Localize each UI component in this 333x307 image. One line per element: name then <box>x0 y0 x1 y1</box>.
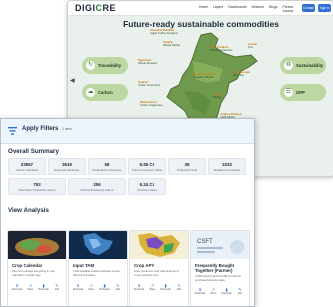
share-button[interactable]: ↗ Share <box>146 283 158 291</box>
stat-card: 6.55 Cr Current Inventory Value <box>128 158 166 175</box>
pill-traceability[interactable]: ↻ Traceability <box>82 57 128 74</box>
card-actions: ⬇ Download ↗ Share ▮ Bookmark ✎ Edit <box>72 283 124 291</box>
edit-icon: ✎ <box>238 287 242 292</box>
stat-card: 3619 Extension Meetings <box>48 158 86 175</box>
edit-icon: ✎ <box>177 283 181 288</box>
bookmark-button[interactable]: ▮ Bookmark <box>160 283 172 291</box>
map-label: Punjab Wheat Paddy <box>163 40 180 48</box>
download-icon: ⬇ <box>137 283 141 288</box>
share-icon: ↗ <box>28 283 32 288</box>
stat-card: 38 Product(s) Sold <box>168 158 206 175</box>
brand-logo[interactable]: DIGICRE <box>75 3 116 13</box>
edit-button[interactable]: ✎ Edit <box>234 287 246 295</box>
card-title: Frequently Bought Together (Farmer) <box>195 263 235 273</box>
card-description: Understand product bundling of farmer pu… <box>195 275 242 282</box>
crop-calendar-thumbnail <box>8 231 66 259</box>
contact-button[interactable]: Contact <box>302 4 315 12</box>
analysis-card-frequently-bought[interactable]: CSFT Frequently Bought Together (Farmer)… <box>190 230 250 306</box>
edit-icon: ✎ <box>55 283 59 288</box>
download-icon: ⬇ <box>15 283 19 288</box>
nav-item[interactable]: Dashboards <box>228 5 246 13</box>
share-button[interactable]: ↗ Share <box>85 283 97 291</box>
input-tam-thumbnail <box>69 231 127 259</box>
card-title: Crop Calendar <box>12 263 43 268</box>
gpp-icon: ☰ <box>284 88 293 97</box>
bookmark-button[interactable]: ▮ Bookmark <box>99 283 111 291</box>
stat-card: 206 Distinct Product(s) sold to <box>68 178 126 195</box>
map-label: Madhya Pradesh Soybean Wheat <box>193 72 216 80</box>
card-actions: ⬇ Download ↗ Share ▮ Bookmark ✎ Edit <box>194 287 246 295</box>
filter-icon[interactable] <box>8 127 17 135</box>
edit-button[interactable]: ✎ Edit <box>173 283 185 291</box>
top-navbar: DIGICRE Home Layers Dashboards Network B… <box>68 1 333 16</box>
pill-carbon[interactable]: ☁ Carbon <box>82 84 128 101</box>
map-label: Maharashtra Cotton Sugarcane <box>140 100 163 108</box>
card-title: Input TAM <box>73 263 95 268</box>
traceability-icon: ↻ <box>86 61 95 70</box>
stat-card: 793 Sold Store Product(s) sold to <box>8 178 66 195</box>
map-label: West Bengal Rice Tea <box>233 70 250 78</box>
map-label: Uttar Pradesh Wheat Sugarcane <box>210 45 233 53</box>
share-icon: ↗ <box>211 287 215 292</box>
nav-item[interactable]: Network <box>252 5 264 13</box>
bookmark-icon: ▮ <box>225 287 228 292</box>
stat-card: 23567 Farmer Identified <box>8 158 46 175</box>
bookmark-icon: ▮ <box>103 283 106 288</box>
filter-count: 1 item <box>62 127 72 131</box>
analysis-card-crop-apy[interactable]: Crop APY Area, production and yield anal… <box>129 230 189 306</box>
view-analysis-title: View Analysis <box>8 207 49 214</box>
card-description: Total available market estimates across … <box>73 270 120 277</box>
crop-apy-thumbnail <box>130 231 188 259</box>
card-description: Plan and manage everything in your calen… <box>12 270 56 277</box>
sustainability-icon: ♻ <box>284 61 293 70</box>
overall-summary-title: Overall Summary <box>8 148 59 155</box>
filter-bar: Apply Filters 1 item <box>1 119 254 144</box>
card-description: Area, production and yield analysis of c… <box>134 270 179 277</box>
download-icon: ⬇ <box>198 287 202 292</box>
map-label: Assam Tea <box>248 42 258 50</box>
edit-button[interactable]: ✎ Edit <box>112 283 124 291</box>
download-button[interactable]: ⬇ Download <box>194 287 206 295</box>
nav-item[interactable]: Partner Access <box>282 5 300 13</box>
download-button[interactable]: ⬇ Download <box>11 283 23 291</box>
bookmark-icon: ▮ <box>42 283 45 288</box>
hero-title: Future-ready sustainable commodities <box>123 19 279 29</box>
apply-filters-button[interactable]: Apply Filters <box>22 126 58 132</box>
bookmark-button[interactable]: ▮ Bookmark <box>38 283 50 291</box>
nav-item[interactable]: Layers <box>213 5 223 13</box>
nav-item[interactable]: Home <box>199 5 208 13</box>
share-button[interactable]: ↗ Share <box>24 283 36 291</box>
share-icon: ↗ <box>150 283 154 288</box>
map-label: Gujarat Cotton Groundnut <box>138 80 161 88</box>
download-button[interactable]: ⬇ Download <box>72 283 84 291</box>
bookmark-icon: ▮ <box>164 283 167 288</box>
svg-text:CSFT: CSFT <box>197 239 213 245</box>
frequently-bought-thumbnail: CSFT <box>191 231 249 259</box>
analysis-card-input-tam[interactable]: Input TAM Total available market estimat… <box>68 230 128 306</box>
pill-gpp[interactable]: ☰ GPP <box>280 84 326 101</box>
download-button[interactable]: ⬇ Download <box>133 283 145 291</box>
carbon-icon: ☁ <box>86 88 95 97</box>
map-label: Himachal Pradesh Apple Coffee Sorghum <box>150 28 179 36</box>
sign-in-button[interactable]: Sign in <box>318 4 331 12</box>
dashboard-window: Apply Filters 1 item Overall Summary 235… <box>0 118 255 307</box>
analysis-card-crop-calendar[interactable]: Crop Calendar Plan and manage everything… <box>7 230 67 306</box>
map-label: Odisha Paddy <box>213 92 223 100</box>
share-icon: ↗ <box>89 283 93 288</box>
card-actions: ⬇ Download ↗ Share ▮ Bookmark ✎ Edit <box>11 283 63 291</box>
bookmark-button[interactable]: ▮ Bookmark <box>221 287 233 295</box>
stat-card: 58 Product(s) to Inventory <box>88 158 126 175</box>
download-icon: ⬇ <box>76 283 80 288</box>
share-button[interactable]: ↗ Share <box>207 287 219 295</box>
edit-button[interactable]: ✎ Edit <box>51 283 63 291</box>
stat-card: 1533 Retailers purchased <box>208 158 246 175</box>
stat-card: 6.24 Cr Previous Sales <box>128 178 166 195</box>
carousel-prev-icon[interactable]: ◀ <box>70 77 75 84</box>
map-label: Rajasthan Wheat Mustard <box>138 58 157 66</box>
pill-sustainability[interactable]: ♻ Sustainability <box>280 57 326 74</box>
edit-icon: ✎ <box>116 283 120 288</box>
card-title: Crop APY <box>134 263 155 268</box>
nav-item[interactable]: Blogs <box>269 5 277 13</box>
card-actions: ⬇ Download ↗ Share ▮ Bookmark ✎ Edit <box>133 283 185 291</box>
